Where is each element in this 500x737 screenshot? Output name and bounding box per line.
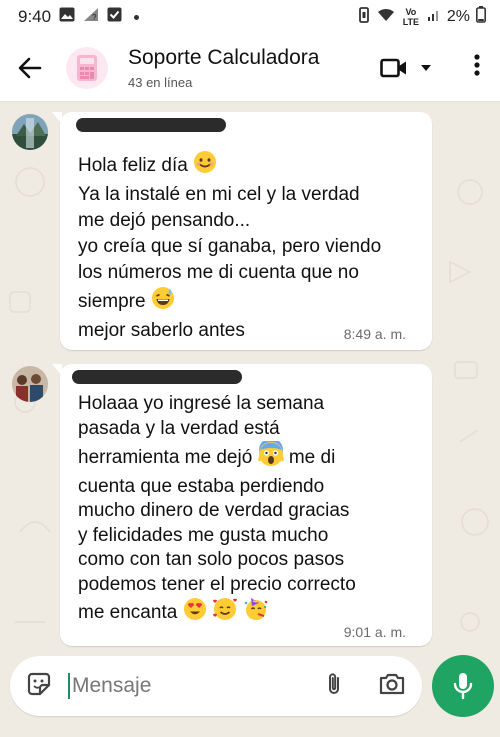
- message-text-2: Holaaa yo ingresé la semana pasada y la …: [78, 392, 414, 629]
- sweat-smile-emoji-icon: [151, 286, 175, 318]
- chat-title: Soporte Calculadora: [128, 45, 320, 69]
- battery-percent: 2%: [446, 8, 470, 25]
- camera-icon: [379, 673, 405, 694]
- group-photo-avatar-icon: [12, 366, 48, 402]
- message-line: Hola feliz día: [78, 155, 188, 177]
- bubble-tail: [52, 112, 62, 124]
- bubble-tail: [52, 364, 62, 376]
- dropdown-caret-icon: [421, 64, 431, 71]
- redacted-sender-name: [72, 370, 242, 384]
- landscape-avatar-icon: [12, 114, 48, 150]
- message-line: Holaaa yo ingresé la semana: [78, 393, 325, 414]
- status-time: 9:40: [18, 7, 52, 26]
- online-count: 43 en línea: [128, 74, 193, 90]
- bottom-edge: [0, 725, 500, 737]
- chat-area[interactable]: Hola feliz día Ya la instalé en mi cel y…: [0, 102, 500, 650]
- message-line: podemos tener el precio correcto: [78, 573, 356, 595]
- smiling-hearts-emoji-icon: [212, 597, 238, 629]
- calculator-avatar-icon: [77, 54, 97, 81]
- arrow-left-icon: [18, 57, 42, 78]
- video-camera-icon: [380, 58, 406, 77]
- status-bar: 9:40 ? Vo LTE 2%: [0, 0, 500, 34]
- message-line: pasada y la verdad está: [78, 417, 280, 439]
- message-line: me encanta: [78, 601, 178, 623]
- svg-text:?: ?: [92, 13, 97, 22]
- sender-avatar-1[interactable]: [12, 114, 48, 150]
- text-cursor: [68, 673, 70, 699]
- sticker-button[interactable]: [26, 671, 52, 702]
- more-options-button[interactable]: [474, 54, 480, 81]
- gallery-notification-icon: [59, 7, 75, 27]
- message-line: yo creía que sí ganaba, pero viendo: [78, 236, 382, 257]
- message-composer: [10, 656, 422, 716]
- vibrate-icon: [357, 6, 371, 28]
- wifi-icon: [377, 8, 395, 27]
- signal-icon: [427, 8, 441, 27]
- message-line: cuenta que estaba perdiendo: [78, 475, 325, 497]
- microphone-icon: [453, 673, 473, 700]
- message-time-1: 8:49 a. m.: [343, 326, 406, 342]
- message-bubble-2[interactable]: Holaaa yo ingresé la semana pasada y la …: [52, 364, 432, 646]
- message-bubble-1[interactable]: Hola feliz día Ya la instalé en mi cel y…: [52, 112, 432, 350]
- message-line: como con tan solo pocos pasos: [78, 549, 345, 570]
- wifi-question-icon: ?: [83, 7, 99, 27]
- sticker-icon: [27, 672, 51, 695]
- more-notifications-dot-icon: [134, 14, 140, 20]
- message-line: me dejó pensando...: [78, 210, 251, 231]
- checkbox-notification-icon: [107, 7, 122, 27]
- message-line: siempre: [78, 291, 146, 313]
- back-button[interactable]: [0, 34, 60, 102]
- message-line: los números me di cuenta que no: [78, 262, 359, 283]
- message-input[interactable]: [72, 674, 302, 698]
- screaming-face-emoji-icon: [257, 438, 284, 475]
- message-text-1: Hola feliz día Ya la instalé en mi cel y…: [78, 150, 414, 344]
- redacted-sender-name: [76, 118, 226, 132]
- camera-button[interactable]: [378, 672, 406, 701]
- party-face-emoji-icon: [243, 597, 269, 629]
- group-avatar[interactable]: [66, 46, 108, 89]
- chat-header: Soporte Calculadora 43 en línea: [0, 34, 500, 102]
- vertical-dots-icon: [474, 54, 480, 76]
- message-line: y felicidades me gusta mucho: [78, 524, 329, 546]
- heart-eyes-emoji-icon: [183, 597, 207, 629]
- smiling-face-emoji-icon: [193, 150, 217, 182]
- sender-avatar-2[interactable]: [12, 366, 48, 402]
- video-call-button[interactable]: [380, 58, 432, 78]
- attach-button[interactable]: [326, 671, 342, 702]
- volte-label: Vo LTE: [402, 7, 420, 27]
- chat-info[interactable]: Soporte Calculadora 43 en línea: [128, 46, 319, 90]
- message-line: mucho dinero de verdad gracias: [78, 500, 350, 521]
- message-line: me di: [288, 446, 336, 468]
- message-line: herramienta me dejó: [78, 446, 253, 468]
- voice-message-button[interactable]: [432, 655, 494, 717]
- battery-icon: [476, 6, 486, 28]
- message-line: Ya la instalé en mi cel y la verdad: [78, 184, 360, 205]
- paperclip-icon: [329, 672, 339, 694]
- message-time-2: 9:01 a. m.: [343, 624, 406, 640]
